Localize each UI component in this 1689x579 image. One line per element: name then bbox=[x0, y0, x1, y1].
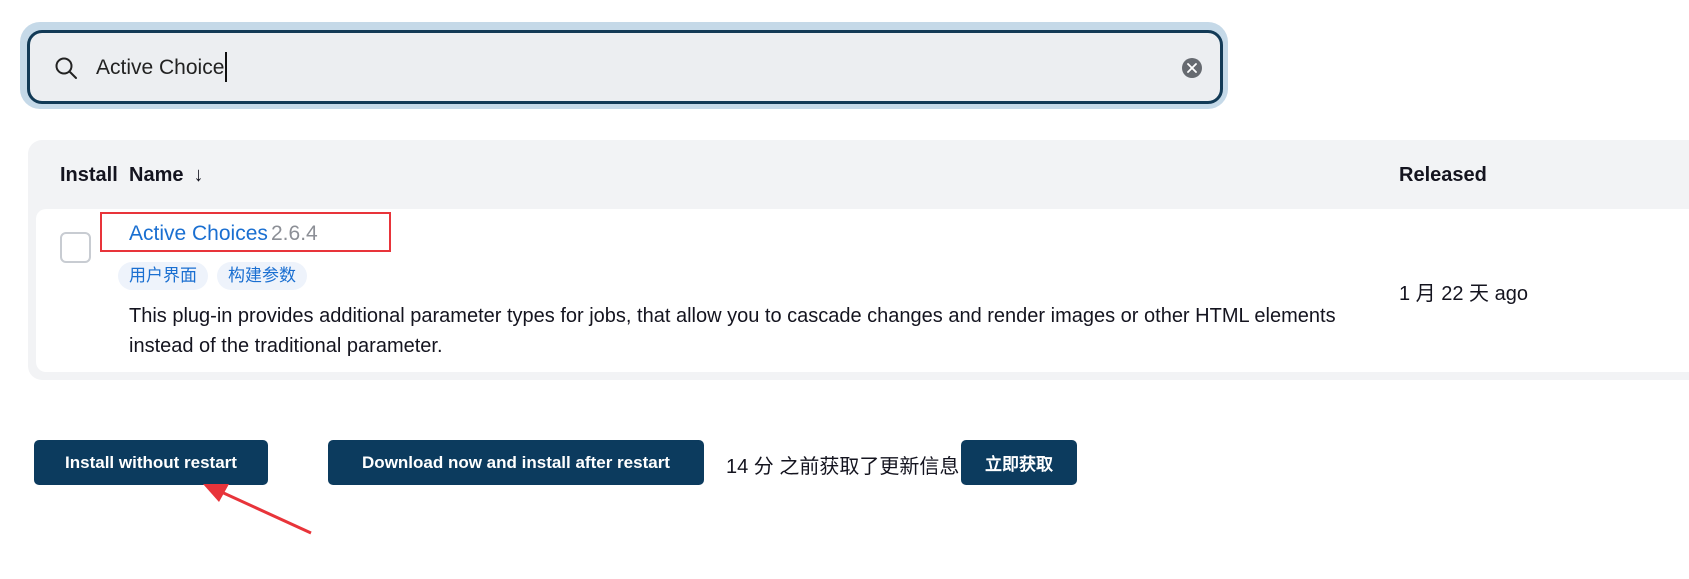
released-time: 1 月 22 天 ago bbox=[1399, 283, 1528, 305]
clear-circle-icon[interactable] bbox=[1182, 58, 1202, 78]
tag-build-parameters[interactable]: 构建参数 bbox=[217, 262, 307, 290]
fetch-now-button[interactable]: 立即获取 bbox=[961, 440, 1077, 485]
search-icon bbox=[54, 56, 78, 80]
search-input[interactable] bbox=[96, 51, 1096, 85]
header-name-label: Name bbox=[129, 164, 184, 186]
header-install: Install bbox=[60, 164, 118, 186]
text-cursor bbox=[225, 52, 228, 82]
search-box[interactable] bbox=[27, 30, 1223, 104]
table-row: Active Choices 2.6.4 用户界面 构建参数 This plug… bbox=[36, 209, 1689, 372]
plugin-version: 2.6.4 bbox=[271, 222, 318, 245]
annotation-arrow-icon bbox=[203, 484, 312, 535]
header-released: Released bbox=[1399, 164, 1487, 186]
plugins-table: Install Name ↓ Released Active Choices 2.… bbox=[28, 140, 1689, 380]
header-name[interactable]: Name ↓ bbox=[129, 164, 203, 187]
tag-ui[interactable]: 用户界面 bbox=[118, 262, 208, 290]
plugin-name-link[interactable]: Active Choices bbox=[129, 222, 268, 246]
sort-down-icon: ↓ bbox=[193, 164, 204, 186]
update-info-text: 14 分 之前获取了更新信息 bbox=[726, 456, 960, 478]
plugin-description: This plug-in provides additional paramet… bbox=[129, 305, 1336, 357]
install-checkbox[interactable] bbox=[60, 232, 91, 263]
download-install-after-restart-button[interactable]: Download now and install after restart bbox=[328, 440, 704, 485]
